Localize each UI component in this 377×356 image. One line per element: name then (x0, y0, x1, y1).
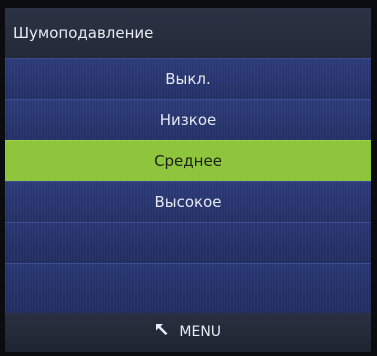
footer-bar: MENU (5, 313, 371, 352)
noise-reduction-menu: Шумоподавление Выкл. Низкое Среднее Высо… (5, 8, 371, 352)
empty-row (5, 263, 371, 313)
menu-title: Шумоподавление (5, 8, 371, 58)
tv-screen: Шумоподавление Выкл. Низкое Среднее Высо… (0, 0, 377, 356)
option-low[interactable]: Низкое (5, 99, 371, 140)
menu-back-label[interactable]: MENU (179, 324, 221, 340)
empty-row (5, 222, 371, 263)
option-off[interactable]: Выкл. (5, 58, 371, 99)
option-medium[interactable]: Среднее (5, 140, 371, 181)
option-high[interactable]: Высокое (5, 181, 371, 222)
back-arrow-icon (155, 312, 169, 351)
